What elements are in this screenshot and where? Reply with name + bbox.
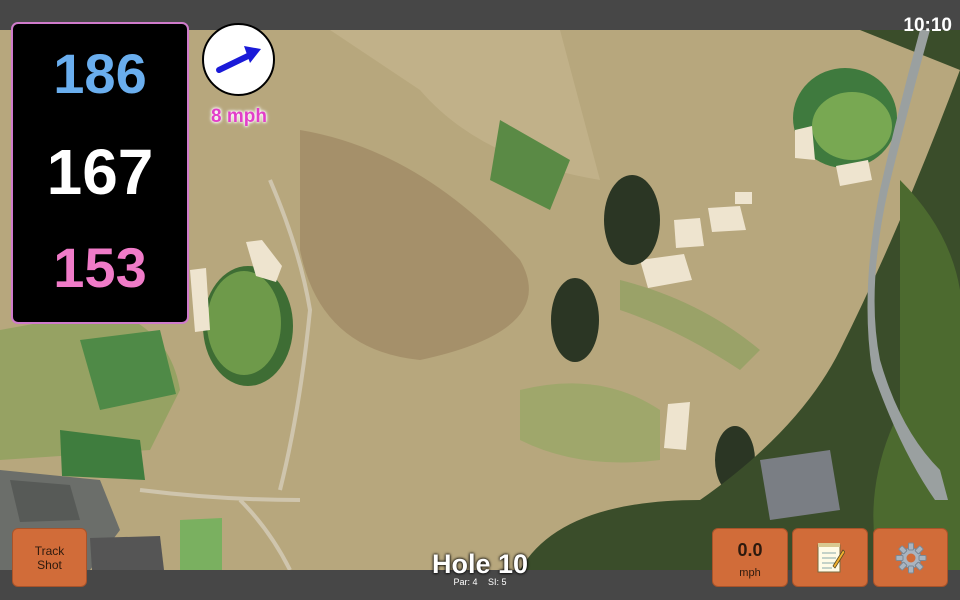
distance-back: 186 [53, 42, 147, 105]
hole-title: Hole 10 [431, 549, 529, 579]
track-shot-label: Track Shot [34, 543, 65, 572]
distance-front: 153 [53, 236, 147, 299]
hole-par: Par: 4 [453, 577, 478, 587]
hole-info: Par: 4 SI: 5 [380, 577, 580, 587]
wind-speed-label: 8 mph [211, 106, 267, 127]
distance-panel[interactable]: 186 167 153 [11, 22, 189, 324]
distance-middle: 167 [46, 136, 154, 208]
wind-direction-indicator [202, 23, 275, 96]
wind-speed-value: 0.0 [737, 540, 763, 560]
gear-icon [895, 542, 926, 573]
track-shot-button[interactable]: Track Shot [12, 528, 87, 587]
wind-speed-button[interactable]: 0.0 mph [712, 528, 788, 587]
hole-stroke-index: SI: 5 [488, 577, 507, 587]
wind-direction-arrow-icon [216, 46, 261, 73]
wind-speed-unit: mph [739, 567, 761, 579]
settings-button[interactable] [873, 528, 948, 587]
notepad-icon [817, 542, 845, 572]
status-clock: 10:10 [903, 15, 952, 36]
notes-button[interactable] [792, 528, 868, 587]
